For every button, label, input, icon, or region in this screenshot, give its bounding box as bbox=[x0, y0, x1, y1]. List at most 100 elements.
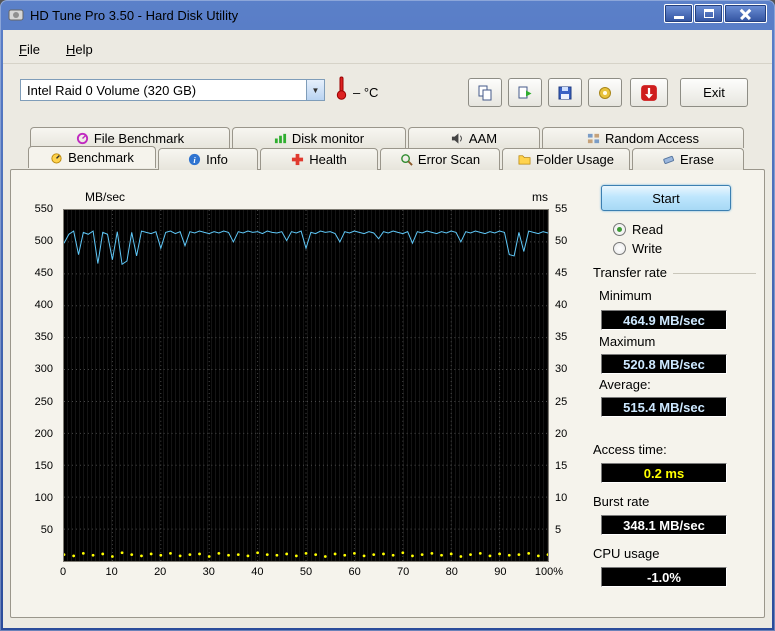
group-rule bbox=[672, 273, 756, 274]
x-tick-label: 10 bbox=[105, 566, 118, 578]
x-tick-label: 0 bbox=[59, 566, 67, 578]
y-tick-label: 25 bbox=[555, 395, 568, 408]
transfer-rate-label: Transfer rate bbox=[593, 265, 667, 280]
error-scan-icon bbox=[401, 154, 413, 166]
y-tick-label: 200 bbox=[34, 427, 53, 440]
transfer-rate-line bbox=[64, 230, 548, 266]
access-time-value: 0.2 ms bbox=[601, 463, 727, 483]
exit-button[interactable]: Exit bbox=[680, 78, 748, 107]
access-time-label: Access time: bbox=[593, 442, 667, 457]
average-label: Average: bbox=[599, 377, 651, 392]
tab-file-benchmark[interactable]: File Benchmark bbox=[30, 127, 230, 148]
file-benchmark-icon bbox=[76, 132, 88, 144]
y-tick-label: 50 bbox=[40, 523, 53, 536]
x-tick-label: 80 bbox=[445, 566, 458, 578]
capture-button[interactable] bbox=[630, 78, 668, 107]
menu-help[interactable]: Help bbox=[66, 42, 93, 57]
tab-erase[interactable]: Erase bbox=[632, 148, 744, 170]
info-icon: i bbox=[189, 153, 201, 166]
drive-select-value: Intel Raid 0 Volume (320 GB) bbox=[27, 82, 197, 98]
tab-error-scan[interactable]: Error Scan bbox=[380, 148, 500, 170]
x-tick-label: 50 bbox=[299, 566, 313, 578]
save-icon bbox=[558, 86, 572, 99]
tab-health[interactable]: Health bbox=[260, 148, 378, 170]
app-icon bbox=[8, 7, 24, 23]
x-tick-label: 40 bbox=[251, 566, 264, 578]
tab-benchmark[interactable]: Benchmark bbox=[28, 146, 156, 168]
tab-aam[interactable]: AAM bbox=[408, 127, 540, 148]
minimum-value: 464.9 MB/sec bbox=[601, 310, 727, 330]
menu-file[interactable]: File bbox=[19, 42, 40, 57]
y-axis-right-ticks: 55 50 45 40 35 30 25 20 15 10 5 bbox=[553, 203, 583, 562]
y-tick-label: 45 bbox=[555, 267, 568, 280]
menu-bar: File Help bbox=[3, 36, 772, 64]
tab-disk-monitor[interactable]: Disk monitor bbox=[232, 127, 406, 148]
folder-usage-icon bbox=[518, 155, 531, 165]
capture-icon bbox=[641, 84, 657, 101]
x-tick-label: 20 bbox=[154, 566, 167, 578]
export-button[interactable] bbox=[508, 78, 542, 107]
titlebar[interactable]: HD Tune Pro 3.50 - Hard Disk Utility bbox=[0, 0, 775, 30]
copy-icon bbox=[478, 85, 492, 100]
health-icon bbox=[292, 153, 304, 166]
y-tick-label: 5 bbox=[555, 523, 562, 536]
export-icon bbox=[518, 86, 532, 98]
options-button[interactable] bbox=[588, 78, 622, 107]
tab-row-primary: Benchmark i Info Health Error Scan Folde… bbox=[28, 146, 744, 170]
y-tick-label: 500 bbox=[34, 235, 53, 248]
tab-folder-usage[interactable]: Folder Usage bbox=[502, 148, 630, 170]
read-option[interactable]: Read bbox=[613, 222, 663, 237]
write-option[interactable]: Write bbox=[613, 241, 662, 256]
drive-select[interactable]: Intel Raid 0 Volume (320 GB) ▼ bbox=[20, 79, 325, 101]
transfer-rate-group: Transfer rate bbox=[593, 265, 756, 280]
minimum-label: Minimum bbox=[599, 288, 652, 303]
average-value: 515.4 MB/sec bbox=[601, 397, 727, 417]
y-tick-label: 55 bbox=[555, 203, 568, 215]
tab-random-access[interactable]: Random Access bbox=[542, 127, 744, 148]
y-tick-label: 400 bbox=[34, 299, 53, 312]
y-tick-label: 450 bbox=[34, 267, 53, 280]
chevron-down-icon[interactable]: ▼ bbox=[306, 80, 324, 100]
write-label: Write bbox=[632, 241, 663, 256]
left-axis-title: MB/sec bbox=[85, 190, 126, 204]
write-radio[interactable] bbox=[613, 242, 626, 255]
benchmark-panel: MB/sec ms 550 500 450 400 350 300 250 200 150 100… bbox=[10, 169, 765, 618]
minimize-button[interactable] bbox=[664, 4, 693, 23]
close-button[interactable] bbox=[724, 4, 767, 23]
right-axis-title: ms bbox=[532, 190, 548, 204]
burst-rate-label: Burst rate bbox=[593, 494, 650, 509]
y-tick-label: 550 bbox=[34, 203, 53, 215]
y-tick-label: 150 bbox=[34, 459, 53, 472]
maximum-label: Maximum bbox=[599, 334, 656, 349]
read-radio[interactable] bbox=[613, 223, 626, 236]
y-tick-label: 20 bbox=[555, 427, 568, 440]
tab-info[interactable]: i Info bbox=[158, 148, 258, 170]
benchmark-chart bbox=[63, 209, 549, 562]
copy-button[interactable] bbox=[468, 78, 502, 107]
y-tick-label: 50 bbox=[555, 235, 568, 248]
y-tick-label: 40 bbox=[555, 299, 568, 312]
benchmark-chart-svg bbox=[64, 210, 548, 561]
y-tick-label: 350 bbox=[34, 331, 53, 344]
x-tick-label: 60 bbox=[348, 566, 361, 578]
chart-grid bbox=[64, 210, 548, 561]
temperature-value: – °C bbox=[353, 85, 379, 100]
disk-monitor-icon bbox=[274, 133, 286, 143]
app-window: HD Tune Pro 3.50 - Hard Disk Utility Fil… bbox=[0, 0, 775, 631]
aam-icon bbox=[451, 132, 462, 144]
tab-row-secondary: File Benchmark Disk monitor AAM Random A… bbox=[30, 127, 744, 148]
minimize-icon bbox=[673, 16, 684, 19]
maximize-button[interactable] bbox=[694, 4, 723, 23]
cpu-usage-label: CPU usage bbox=[593, 546, 660, 561]
random-access-icon bbox=[587, 133, 600, 143]
start-button[interactable]: Start bbox=[601, 185, 731, 211]
save-button[interactable] bbox=[548, 78, 582, 107]
maximize-icon bbox=[703, 9, 714, 18]
read-label: Read bbox=[632, 222, 664, 237]
toolbar: Intel Raid 0 Volume (320 GB) ▼ – °C Exit bbox=[3, 65, 772, 123]
y-tick-label: 30 bbox=[555, 363, 568, 376]
options-icon bbox=[599, 86, 611, 99]
x-axis-ticks: 0 10 20 30 40 50 60 70 80 90 100% bbox=[59, 564, 564, 580]
y-tick-label: 100 bbox=[34, 491, 53, 504]
x-tick-label: 100% bbox=[534, 566, 564, 578]
